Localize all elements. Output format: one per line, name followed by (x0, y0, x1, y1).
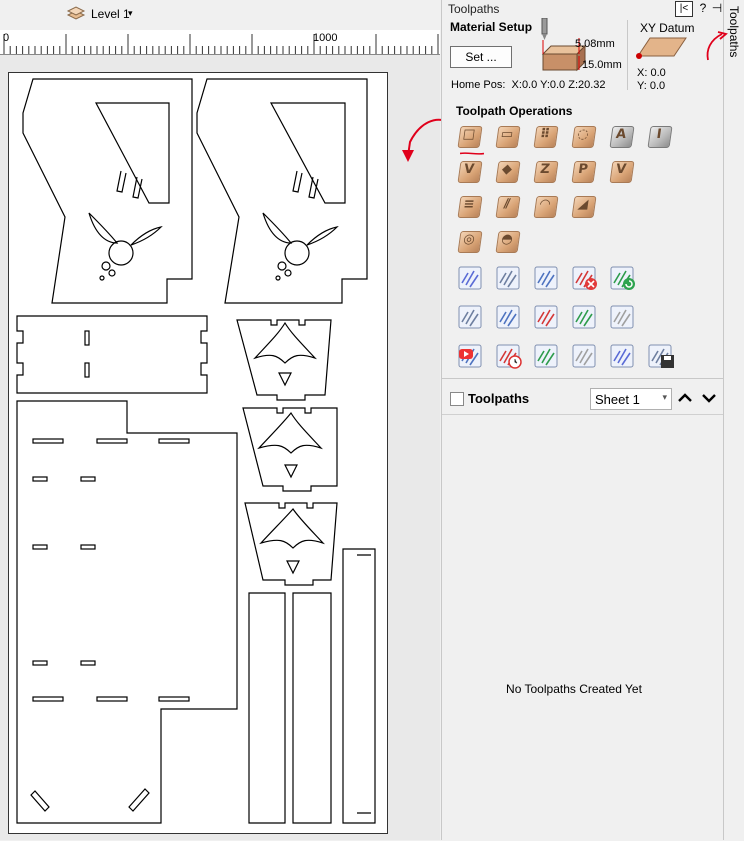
collapse-panel-button[interactable]: |< (675, 1, 693, 17)
finishing-3d-icon[interactable]: ◢ (570, 193, 597, 219)
home-pos-label: Home Pos: (451, 79, 506, 91)
pocket-icon[interactable]: ▭ (494, 123, 521, 149)
transform-toolpath-icon[interactable] (608, 302, 638, 332)
tool-database-icon[interactable] (456, 263, 486, 293)
quick-engrave-icon[interactable]: P (570, 158, 597, 184)
sheet-select[interactable]: Sheet 1 ▾ (590, 388, 672, 410)
op-glyph: ⠿ (538, 127, 552, 142)
edit-toolpath-icon[interactable] (494, 263, 524, 293)
ruler-label: 1000 (313, 32, 338, 44)
level-toolbar: Level 1 ▾ (0, 0, 440, 30)
toolpaths-list-label: Toolpaths (468, 391, 530, 406)
horizontal-ruler: 0 1000 (0, 30, 440, 55)
roughing-3d-icon[interactable]: ◠ (532, 193, 559, 219)
material-z-offset: 5.08mm (575, 38, 615, 50)
layer-stack-icon[interactable] (66, 3, 86, 23)
op-glyph: □ (461, 127, 477, 142)
chevron-down-icon[interactable]: ▾ (128, 8, 133, 19)
material-thickness: 15.0mm (582, 59, 622, 71)
cabinet-side-right[interactable] (196, 78, 368, 304)
op-glyph: ◆ (500, 162, 514, 177)
op-glyph: ◌ (576, 127, 590, 142)
profile-3d-icon[interactable]: ◎ (456, 228, 483, 254)
save-toolpath-icon[interactable] (646, 341, 676, 371)
recalculate-icon[interactable] (608, 263, 638, 293)
fluting-lines-icon[interactable]: ≡ (456, 193, 483, 219)
op-glyph: I (655, 127, 663, 142)
annotation-hook (706, 31, 728, 61)
xy-datum-icon[interactable] (636, 32, 692, 64)
toolpaths-side-tab[interactable]: Toolpaths (723, 0, 744, 840)
op-glyph: A (614, 127, 628, 142)
summary-icon[interactable] (532, 341, 562, 371)
op-glyph: ◢ (576, 197, 590, 212)
job-sheet-icon[interactable] (570, 341, 600, 371)
save-template-icon[interactable] (494, 302, 524, 332)
marquee-panel-2[interactable] (242, 407, 338, 492)
op-glyph: V (614, 162, 628, 177)
op-glyph: V (462, 162, 476, 177)
side-strips[interactable] (248, 548, 376, 824)
inlay-icon[interactable]: ◌ (570, 123, 597, 149)
document-icon[interactable] (608, 341, 638, 371)
op-glyph: ▭ (499, 127, 515, 142)
merge-toolpaths-icon[interactable] (532, 263, 562, 293)
panel-title: Toolpaths (448, 2, 500, 16)
material-set-button[interactable]: Set ... (450, 46, 512, 68)
op-glyph: Z (539, 162, 551, 177)
annotation-underline (460, 152, 484, 155)
material-setup-title: Material Setup (450, 20, 533, 34)
vector-parts[interactable] (9, 73, 387, 833)
toolpaths-panel: Toolpaths |< ? ⊣ Material Setup Set ... … (441, 0, 723, 841)
xy-datum-y: Y: 0.0 (637, 80, 666, 92)
level-select[interactable]: Level 1 (91, 7, 130, 21)
ruler-ticks (3, 34, 439, 54)
profile-icon[interactable]: □ (456, 123, 483, 149)
op-glyph: ≡ (462, 197, 476, 212)
chevron-down-icon: ▾ (662, 392, 667, 402)
divider (442, 378, 723, 379)
toolpaths-visibility-checkbox[interactable] (450, 392, 464, 406)
home-pos-value: X:0.0 Y:0.0 Z:20.32 (511, 79, 606, 91)
dome-icon[interactable]: ◓ (494, 228, 521, 254)
op-glyph: ◎ (462, 232, 476, 247)
xy-datum-x: X: 0.0 (637, 67, 666, 79)
toolpath-operations-title: Toolpath Operations (456, 104, 573, 118)
op-glyph: P (577, 162, 589, 177)
empty-toolpaths-message: No Toolpaths Created Yet (506, 682, 642, 696)
template-export-icon[interactable] (532, 302, 562, 332)
time-estimate-icon[interactable] (494, 341, 524, 371)
vcarve-text-icon[interactable]: A (608, 123, 635, 149)
texture-icon[interactable]: I (646, 123, 673, 149)
marquee-panel-3[interactable] (244, 502, 338, 586)
toolpaths-list-header: Toolpaths Sheet 1 ▾ (442, 386, 723, 412)
sheet-select-value: Sheet 1 (595, 392, 640, 407)
cabinet-side-left[interactable] (22, 78, 193, 304)
delete-toolpath-icon[interactable] (570, 263, 600, 293)
toolpath-template-open-icon[interactable] (456, 302, 486, 332)
fluting-icon[interactable]: Z (532, 158, 559, 184)
design-canvas[interactable] (0, 55, 440, 840)
op-glyph: ◠ (538, 197, 552, 212)
move-up-icon[interactable] (676, 389, 694, 407)
drilling-icon[interactable]: ⠿ (532, 123, 559, 149)
chamfer-icon[interactable]: ⫽ (494, 193, 521, 219)
op-glyph: ◓ (500, 232, 514, 247)
material-sheet[interactable] (8, 72, 388, 834)
op-glyph: ⫽ (503, 197, 511, 212)
base-panel[interactable] (16, 400, 238, 824)
vcarve-icon[interactable]: V (456, 158, 483, 184)
move-down-icon[interactable] (700, 389, 718, 407)
marquee-panel-1[interactable] (236, 319, 332, 401)
toolpaths-list[interactable]: No Toolpaths Created Yet (442, 414, 723, 841)
home-position: Home Pos: X:0.0 Y:0.0 Z:20.32 (451, 79, 606, 91)
preview-toolpath-icon[interactable] (456, 341, 486, 371)
tab-panel[interactable] (16, 315, 208, 394)
moulding-icon[interactable]: V (608, 158, 635, 184)
prism-icon[interactable]: ◆ (494, 158, 521, 184)
divider (627, 20, 628, 90)
ruler-label: 0 (3, 32, 10, 44)
gadget-icon[interactable] (570, 302, 600, 332)
